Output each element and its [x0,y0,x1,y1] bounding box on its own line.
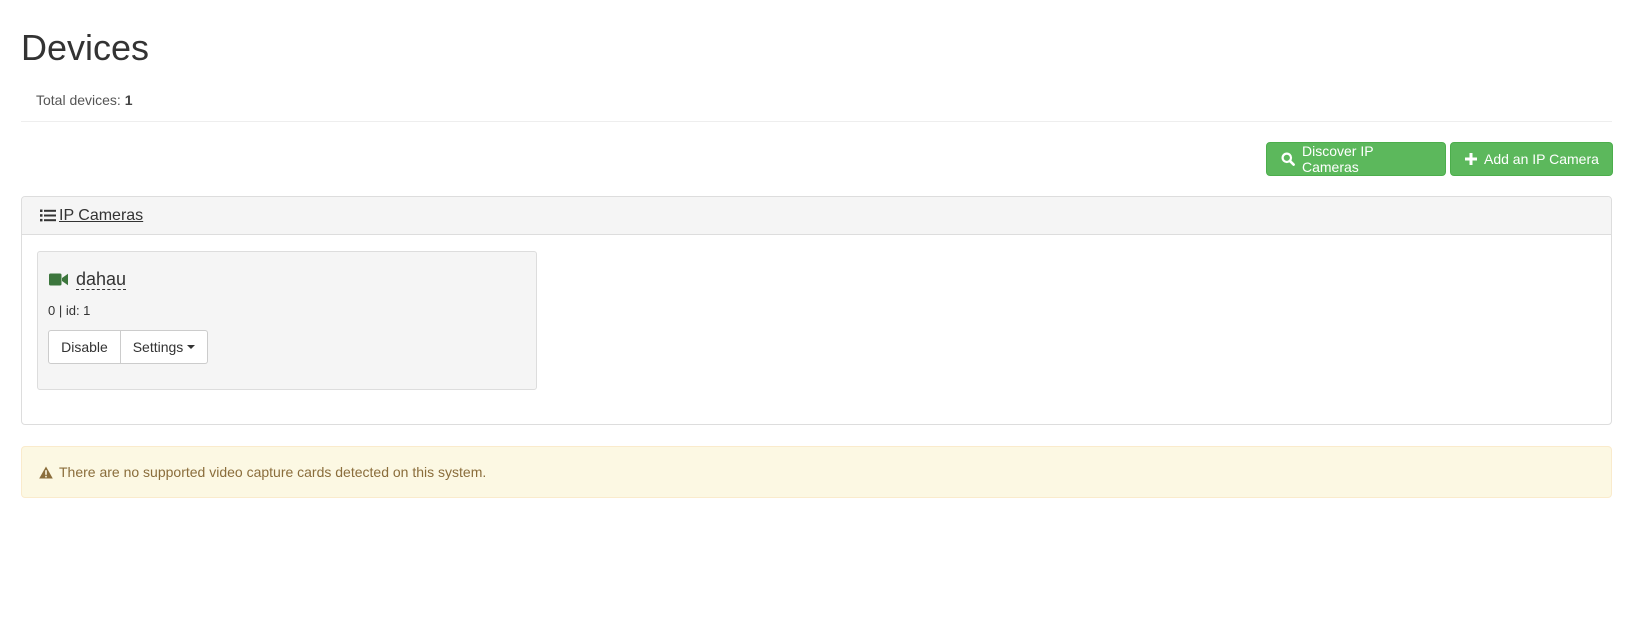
add-ip-camera-label: Add an IP Camera [1484,151,1599,167]
plus-icon [1465,153,1477,165]
warning-message: There are no supported video capture car… [59,464,487,480]
ip-cameras-panel-heading[interactable]: IP Cameras [22,197,1611,235]
total-devices: Total devices: 1 [36,92,133,108]
discover-ip-cameras-button[interactable]: Discover IP Cameras [1266,142,1446,176]
video-camera-icon [49,273,68,286]
camera-meta: 0 | id: 1 [48,303,91,318]
settings-dropdown-button[interactable]: Settings [121,330,208,364]
camera-name[interactable]: dahau [76,269,127,290]
page-title: Devices [21,27,150,68]
settings-button-label: Settings [132,339,184,355]
disable-button[interactable]: Disable [48,330,121,364]
camera-actions: Disable Settings [48,330,208,364]
devices-page: Devices Total devices: 1 Discover IP Cam… [0,0,1636,627]
camera-card: dahau 0 | id: 1 Disable Settings [37,251,537,390]
caret-down-icon [187,345,196,349]
disable-button-label: Disable [61,339,108,355]
camera-name-row: dahau [49,269,127,290]
ip-cameras-panel-title[interactable]: IP Cameras [59,207,143,225]
header-divider [21,121,1612,122]
list-icon [40,209,56,222]
search-icon [1281,152,1295,166]
add-ip-camera-button[interactable]: Add an IP Camera [1450,142,1613,176]
warning-alert: There are no supported video capture car… [21,446,1612,498]
discover-ip-cameras-label: Discover IP Cameras [1302,143,1374,175]
warning-icon [39,466,53,479]
total-devices-label: Total devices: [36,92,125,108]
ip-cameras-panel: IP Cameras dahau 0 | id: 1 Disable Setti… [21,196,1612,425]
total-devices-count: 1 [124,92,133,108]
